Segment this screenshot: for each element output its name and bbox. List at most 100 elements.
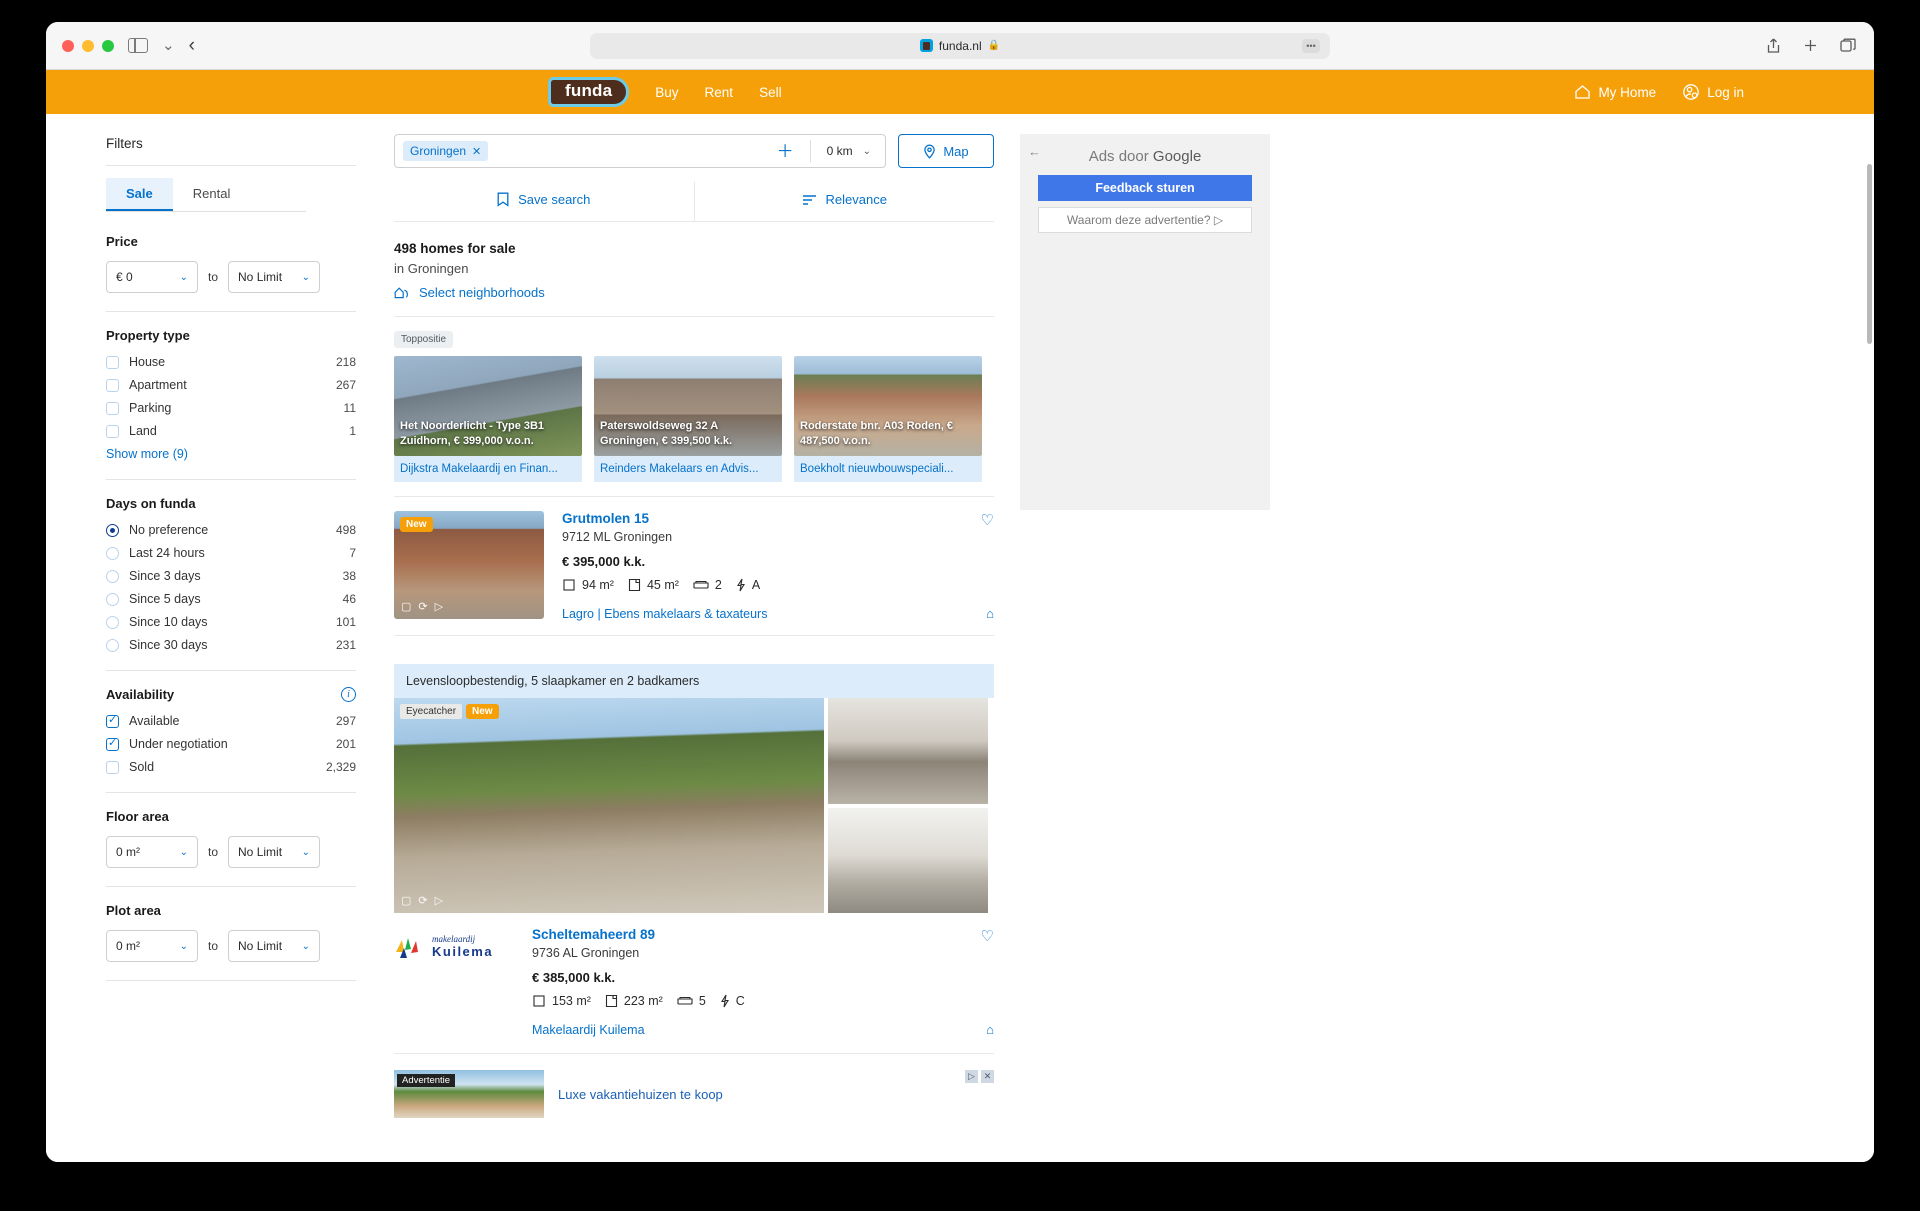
filter-option-since-5-days[interactable]: Since 5 days 46 bbox=[106, 592, 356, 606]
checkbox-icon[interactable] bbox=[106, 736, 119, 751]
floorplan-icon[interactable]: ▢ bbox=[401, 600, 411, 613]
search-input[interactable]: Groningen ✕ ＋ 0 km ⌄ bbox=[394, 134, 886, 168]
listing-item[interactable]: Levensloopbestendig, 5 slaapkamer en 2 b… bbox=[394, 635, 994, 1037]
filter-option-apartment[interactable]: Apartment 267 bbox=[106, 378, 356, 392]
back-chevron-icon[interactable]: ‹ bbox=[189, 36, 195, 55]
top-card-agent[interactable]: Dijkstra Makelaardij en Finan... bbox=[394, 456, 582, 482]
filter-option-last-24-hours[interactable]: Last 24 hours 7 bbox=[106, 546, 356, 560]
checkbox-icon[interactable] bbox=[106, 713, 119, 728]
plot-area-min-select[interactable]: 0 m² ⌄ bbox=[106, 930, 198, 962]
chevron-down-icon[interactable]: ⌄ bbox=[162, 38, 175, 53]
listing-agent-link[interactable]: Lagro | Ebens makelaars & taxateurs bbox=[562, 607, 767, 621]
top-card-agent[interactable]: Boekholt nieuwbouwspeciali... bbox=[794, 456, 982, 482]
listing-title[interactable]: Scheltemaheerd 89 bbox=[532, 927, 994, 942]
checkbox-icon[interactable] bbox=[106, 378, 119, 392]
nav-rent[interactable]: Rent bbox=[705, 85, 734, 100]
gallery-side-image[interactable] bbox=[828, 698, 988, 804]
top-card[interactable]: Roderstate bnr. A03 Roden, € 487,500 v.o… bbox=[794, 356, 982, 482]
sidebar-toggle-icon[interactable] bbox=[128, 38, 148, 53]
tab-rental[interactable]: Rental bbox=[173, 178, 251, 211]
my-home-button[interactable]: My Home bbox=[1574, 84, 1656, 100]
info-icon[interactable]: i bbox=[341, 687, 356, 702]
filter-option-sold[interactable]: Sold 2,329 bbox=[106, 760, 356, 774]
sort-button[interactable]: Relevance bbox=[693, 182, 995, 221]
top-card-image[interactable]: Paterswoldseweg 32 A Groningen, € 399,50… bbox=[594, 356, 782, 456]
close-icon[interactable]: ✕ bbox=[472, 145, 481, 158]
top-card[interactable]: Het Noorderlicht - Type 3B1 Zuidhorn, € … bbox=[394, 356, 582, 482]
filter-option-under-negotiation[interactable]: Under negotiation 201 bbox=[106, 736, 356, 751]
listing-item[interactable]: New ▢ ⟳ ▷ Grutmolen 15 9712 ML Groningen… bbox=[394, 496, 994, 621]
listing-agent-link[interactable]: Makelaardij Kuilema bbox=[532, 1023, 645, 1037]
listing-title[interactable]: Grutmolen 15 bbox=[562, 511, 994, 526]
show-more-property-types[interactable]: Show more (9) bbox=[106, 447, 376, 461]
map-button[interactable]: Map bbox=[898, 134, 994, 168]
ad-thumbnail[interactable]: Advertentie bbox=[394, 1070, 544, 1118]
maximize-window-button[interactable] bbox=[102, 39, 114, 52]
filter-option-since-30-days[interactable]: Since 30 days 231 bbox=[106, 638, 356, 652]
radio-icon[interactable] bbox=[106, 569, 119, 583]
filter-option-parking[interactable]: Parking 11 bbox=[106, 401, 356, 415]
plot-area-max-select[interactable]: No Limit ⌄ bbox=[228, 930, 321, 962]
share-icon[interactable] bbox=[1766, 37, 1781, 54]
bottom-advertisement[interactable]: Advertentie Luxe vakantiehuizen te koop … bbox=[394, 1053, 994, 1118]
plus-icon[interactable]: ＋ bbox=[769, 143, 802, 160]
back-arrow-icon[interactable]: ← bbox=[1028, 144, 1041, 159]
save-search-button[interactable]: Save search bbox=[394, 182, 694, 221]
filter-option-since-3-days[interactable]: Since 3 days 38 bbox=[106, 569, 356, 583]
search-chip-groningen[interactable]: Groningen ✕ bbox=[403, 141, 489, 161]
address-bar[interactable]: funda.nl 🔒 ••• bbox=[590, 32, 1330, 59]
filter-option-land[interactable]: Land 1 bbox=[106, 424, 356, 438]
checkbox-icon[interactable] bbox=[106, 401, 119, 415]
filter-option-house[interactable]: House 218 bbox=[106, 355, 356, 369]
filter-option-available[interactable]: Available 297 bbox=[106, 713, 356, 728]
gallery-main-image[interactable]: Eyecatcher New ▢ ⟳ ▷ bbox=[394, 698, 824, 913]
agent-logo: makelaardij Kuilema bbox=[394, 927, 514, 967]
info-triangle-icon[interactable]: ▷ bbox=[965, 1070, 978, 1083]
close-icon[interactable]: ✕ bbox=[981, 1070, 994, 1083]
radio-icon[interactable] bbox=[106, 546, 119, 560]
tab-sale[interactable]: Sale bbox=[106, 178, 173, 211]
select-neighborhoods-link[interactable]: Select neighborhoods bbox=[394, 285, 994, 300]
photo360-icon[interactable]: ⟳ bbox=[418, 894, 427, 907]
video-icon[interactable]: ▷ bbox=[435, 894, 443, 907]
radius-select[interactable]: 0 km ⌄ bbox=[819, 144, 879, 158]
heart-icon[interactable]: ♡ bbox=[981, 511, 994, 529]
top-card-image[interactable]: Het Noorderlicht - Type 3B1 Zuidhorn, € … bbox=[394, 356, 582, 456]
floor-area-max-select[interactable]: No Limit ⌄ bbox=[228, 836, 321, 868]
top-card[interactable]: Paterswoldseweg 32 A Groningen, € 399,50… bbox=[594, 356, 782, 482]
nav-buy[interactable]: Buy bbox=[655, 85, 678, 100]
log-in-button[interactable]: Log in bbox=[1682, 83, 1744, 101]
ad-title[interactable]: Luxe vakantiehuizen te koop bbox=[558, 1087, 723, 1102]
gallery-side-image[interactable] bbox=[828, 807, 988, 913]
top-card-agent[interactable]: Reinders Makelaars en Advis... bbox=[594, 456, 782, 482]
checkbox-icon[interactable] bbox=[106, 760, 119, 774]
filter-option-no-preference[interactable]: No preference 498 bbox=[106, 523, 356, 537]
listing-thumbnail[interactable]: New ▢ ⟳ ▷ bbox=[394, 511, 544, 619]
window-controls[interactable] bbox=[62, 39, 114, 52]
why-this-ad-button[interactable]: Waarom deze advertentie? ▷ bbox=[1038, 207, 1252, 233]
price-min-select[interactable]: € 0 ⌄ bbox=[106, 261, 198, 293]
vertical-scrollbar[interactable] bbox=[1867, 164, 1872, 344]
video-icon[interactable]: ▷ bbox=[435, 600, 443, 613]
funda-logo[interactable]: funda bbox=[548, 77, 630, 107]
feedback-button[interactable]: Feedback sturen bbox=[1038, 175, 1252, 201]
top-card-image[interactable]: Roderstate bnr. A03 Roden, € 487,500 v.o… bbox=[794, 356, 982, 456]
radio-icon[interactable] bbox=[106, 638, 119, 652]
radio-icon[interactable] bbox=[106, 523, 119, 537]
url-options-icon[interactable]: ••• bbox=[1302, 38, 1320, 53]
tab-overview-icon[interactable] bbox=[1840, 38, 1856, 53]
photo360-icon[interactable]: ⟳ bbox=[418, 600, 427, 613]
radio-icon[interactable] bbox=[106, 592, 119, 606]
floor-area-min-select[interactable]: 0 m² ⌄ bbox=[106, 836, 198, 868]
plus-icon[interactable] bbox=[1803, 38, 1818, 53]
filter-option-since-10-days[interactable]: Since 10 days 101 bbox=[106, 615, 356, 629]
price-max-select[interactable]: No Limit ⌄ bbox=[228, 261, 321, 293]
checkbox-icon[interactable] bbox=[106, 424, 119, 438]
checkbox-icon[interactable] bbox=[106, 355, 119, 369]
floorplan-icon[interactable]: ▢ bbox=[401, 894, 411, 907]
heart-icon[interactable]: ♡ bbox=[981, 927, 994, 945]
minimize-window-button[interactable] bbox=[82, 39, 94, 52]
close-window-button[interactable] bbox=[62, 39, 74, 52]
radio-icon[interactable] bbox=[106, 615, 119, 629]
nav-sell[interactable]: Sell bbox=[759, 85, 782, 100]
